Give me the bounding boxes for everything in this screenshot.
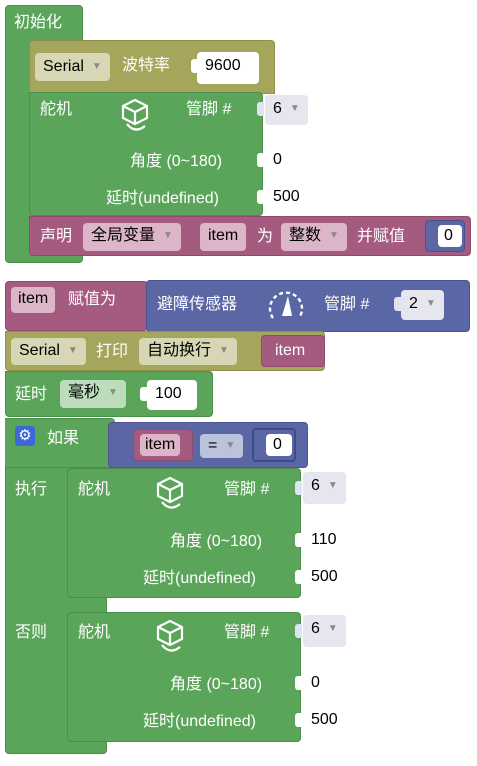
else-servo-delay-input[interactable]: 500 bbox=[303, 706, 355, 736]
do-label: 执行 bbox=[15, 481, 48, 498]
assign-label: 并赋值 bbox=[357, 228, 406, 245]
dropdown-arrow-icon: ▼ bbox=[225, 440, 236, 451]
operator-dropdown[interactable]: = ▼ bbox=[200, 434, 244, 458]
input-nib bbox=[295, 624, 302, 638]
servo-icon bbox=[156, 619, 184, 652]
type-dropdown[interactable]: 整数 ▼ bbox=[281, 223, 347, 251]
print-var-field[interactable]: item bbox=[270, 340, 311, 362]
sensor-pin-dropdown[interactable]: 2 ▼ bbox=[401, 290, 444, 320]
input-nib bbox=[295, 570, 302, 584]
do-servo-angle-input[interactable]: 110 bbox=[303, 526, 351, 556]
dropdown-arrow-icon: ▼ bbox=[163, 230, 173, 241]
else-servo-angle-label: 角度 (0~180) bbox=[170, 676, 263, 693]
baud-label: 波特率 bbox=[122, 57, 171, 74]
sensor-label: 避障传感器 bbox=[157, 296, 238, 313]
dropdown-arrow-icon: ▼ bbox=[219, 345, 229, 356]
assign-var-field[interactable]: item bbox=[11, 287, 56, 313]
delay-label: 延时 bbox=[15, 386, 48, 403]
dropdown-arrow-icon: ▼ bbox=[67, 345, 78, 356]
input-nib bbox=[394, 297, 401, 311]
servo-delay-input[interactable]: 500 bbox=[265, 183, 317, 213]
print-port-dropdown[interactable]: Serial ▼ bbox=[11, 338, 86, 365]
do-servo-angle-label: 角度 (0~180) bbox=[170, 533, 263, 550]
do-servo-delay-input[interactable]: 500 bbox=[303, 563, 355, 593]
do-servo-delay-label: 延时(undefined) bbox=[143, 570, 256, 587]
delay-unit-dropdown[interactable]: 毫秒 ▼ bbox=[60, 380, 126, 408]
dropdown-arrow-icon: ▼ bbox=[327, 480, 338, 491]
dropdown-arrow-icon: ▼ bbox=[108, 387, 118, 398]
servo-icon bbox=[156, 476, 184, 509]
dropdown-arrow-icon: ▼ bbox=[327, 623, 338, 634]
input-nib bbox=[257, 153, 264, 167]
dropdown-arrow-icon: ▼ bbox=[289, 103, 300, 114]
if-label: 如果 bbox=[47, 430, 80, 447]
servo-angle-input[interactable]: 0 bbox=[265, 146, 297, 176]
input-nib bbox=[257, 102, 264, 116]
setup-title: 初始化 bbox=[14, 14, 63, 31]
input-nib bbox=[295, 533, 302, 547]
print-label: 打印 bbox=[96, 343, 129, 360]
do-servo-label: 舵机 bbox=[78, 481, 111, 498]
dropdown-arrow-icon: ▼ bbox=[91, 61, 102, 72]
servo-label: 舵机 bbox=[40, 101, 73, 118]
baud-input[interactable]: 9600 bbox=[197, 52, 259, 84]
input-nib bbox=[295, 481, 302, 495]
dropdown-arrow-icon: ▼ bbox=[425, 298, 436, 309]
condition-var-field[interactable]: item bbox=[140, 434, 181, 456]
assign-label: 赋值为 bbox=[68, 291, 117, 308]
dropdown-arrow-icon: ▼ bbox=[329, 230, 339, 241]
input-nib bbox=[295, 676, 302, 690]
do-servo-pin-dropdown[interactable]: 6 ▼ bbox=[303, 472, 346, 504]
input-nib bbox=[295, 713, 302, 727]
sensor-pin-label: 管脚 # bbox=[324, 296, 370, 313]
servo-pin-dropdown[interactable]: 6 ▼ bbox=[265, 95, 308, 125]
delay-input[interactable]: 100 bbox=[147, 380, 197, 410]
else-label: 否则 bbox=[15, 624, 48, 641]
else-servo-pin-dropdown[interactable]: 6 ▼ bbox=[303, 615, 346, 647]
else-servo-pin-label: 管脚 # bbox=[224, 624, 270, 641]
servo-icon bbox=[121, 98, 149, 131]
else-servo-label: 舵机 bbox=[78, 624, 111, 641]
variable-name-input[interactable]: item bbox=[200, 223, 247, 251]
servo-angle-label: 角度 (0~180) bbox=[130, 153, 223, 170]
sensor-icon bbox=[268, 291, 304, 319]
condition-value-input[interactable]: 0 bbox=[266, 434, 292, 456]
serial-port-dropdown[interactable]: Serial ▼ bbox=[35, 53, 110, 82]
scope-dropdown[interactable]: 全局变量 ▼ bbox=[83, 223, 181, 251]
print-mode-dropdown[interactable]: 自动换行 ▼ bbox=[139, 338, 237, 365]
servo-pin-label: 管脚 # bbox=[186, 101, 232, 118]
input-nib bbox=[140, 387, 147, 401]
declare-label: 声明 bbox=[40, 228, 73, 245]
gear-icon[interactable]: ⚙ bbox=[15, 426, 35, 446]
input-nib bbox=[257, 190, 264, 204]
else-servo-angle-input[interactable]: 0 bbox=[303, 669, 335, 699]
do-servo-pin-label: 管脚 # bbox=[224, 481, 270, 498]
else-servo-delay-label: 延时(undefined) bbox=[143, 713, 256, 730]
declare-value-input[interactable]: 0 bbox=[438, 225, 462, 247]
as-label: 为 bbox=[257, 228, 274, 245]
servo-delay-label: 延时(undefined) bbox=[106, 190, 219, 207]
